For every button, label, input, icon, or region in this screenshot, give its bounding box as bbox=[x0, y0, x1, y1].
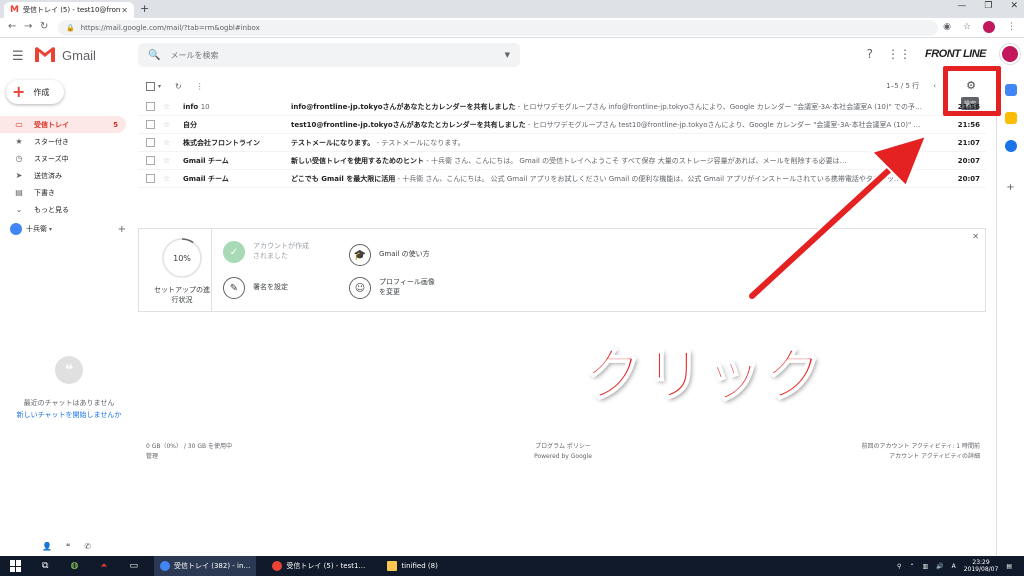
click-annotation: クリック bbox=[583, 340, 825, 410]
taskbar-app-chrome-1[interactable]: 受信トレイ (382) - in… bbox=[154, 556, 257, 576]
app-green-icon[interactable]: ◍ bbox=[64, 556, 84, 576]
ime-icon[interactable]: A bbox=[952, 563, 956, 570]
highlight-box bbox=[943, 66, 1001, 116]
os-taskbar: ⧉ ◍ ⏶ ▭ 受信トレイ (382) - in… 受信トレイ (5) - te… bbox=[0, 556, 1024, 576]
annotation-arrow bbox=[747, 134, 928, 301]
windows-start-icon[interactable] bbox=[10, 560, 22, 572]
clock-time: 23:29 bbox=[972, 558, 990, 566]
taskbar-app-chrome-2[interactable]: 受信トレイ (5) - test1… bbox=[266, 556, 371, 576]
taskbar-app-folder[interactable]: tinified (8) bbox=[381, 556, 443, 576]
person-icon[interactable]: ⚲ bbox=[897, 563, 901, 570]
acrobat-icon[interactable]: ⏶ bbox=[94, 556, 113, 576]
volume-icon[interactable]: 🔊 bbox=[936, 563, 943, 570]
chrome-icon bbox=[272, 561, 283, 571]
taskbar-app-label: tinified (8) bbox=[401, 562, 438, 570]
taskbar-app-label: 受信トレイ (5) - test1… bbox=[286, 562, 366, 570]
network-icon[interactable]: ▥ bbox=[922, 563, 928, 570]
clock[interactable]: 23:29 2019/08/07 bbox=[964, 559, 999, 573]
clock-date: 2019/08/07 bbox=[963, 566, 999, 573]
system-tray: ⚲ ⌃ ▥ 🔊 A 23:29 2019/08/07 ▤ bbox=[897, 559, 1024, 573]
task-view-icon[interactable]: ⧉ bbox=[36, 556, 54, 576]
taskbar-app-label: 受信トレイ (382) - in… bbox=[174, 562, 251, 570]
chevron-up-icon[interactable]: ⌃ bbox=[909, 563, 914, 570]
chrome-icon bbox=[160, 561, 171, 571]
file-explorer-icon[interactable]: ▭ bbox=[124, 556, 145, 576]
notification-icon[interactable]: ▤ bbox=[1006, 563, 1012, 570]
folder-icon bbox=[387, 561, 398, 571]
